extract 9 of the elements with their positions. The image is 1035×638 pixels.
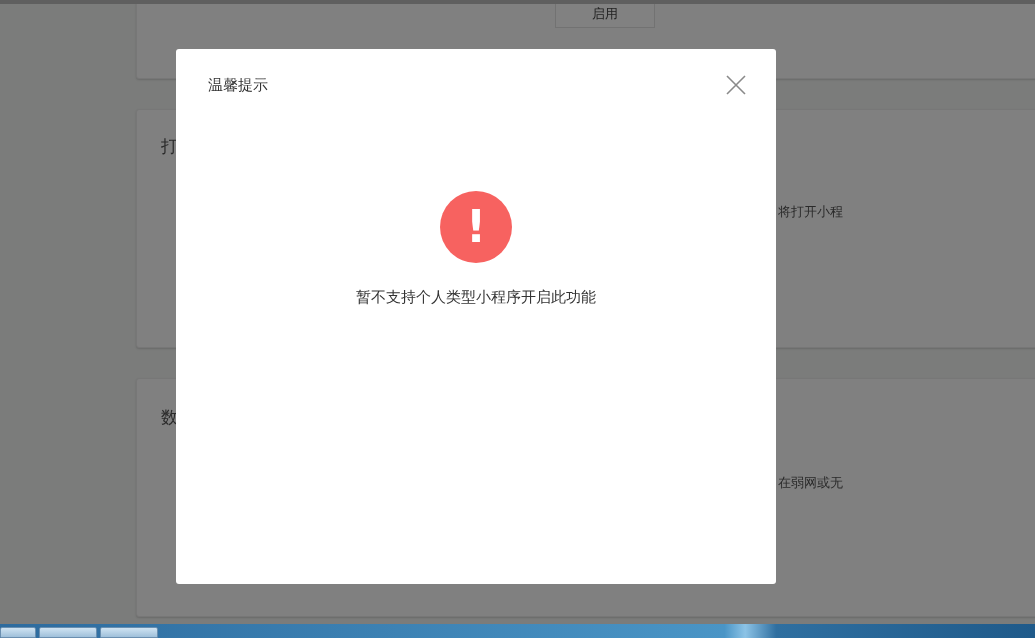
warning-icon: !	[440, 191, 512, 263]
close-icon[interactable]	[726, 75, 746, 95]
dialog-message: 暂不支持个人类型小程序开启此功能	[356, 288, 596, 307]
card-description: 在弱网或无	[778, 474, 843, 492]
card-title: 数	[161, 406, 178, 429]
card-title: 打	[161, 135, 178, 158]
card-description: 将打开小程	[778, 203, 843, 221]
dialog-title: 温馨提示	[208, 75, 268, 95]
enable-button[interactable]: 启用	[555, 4, 655, 28]
